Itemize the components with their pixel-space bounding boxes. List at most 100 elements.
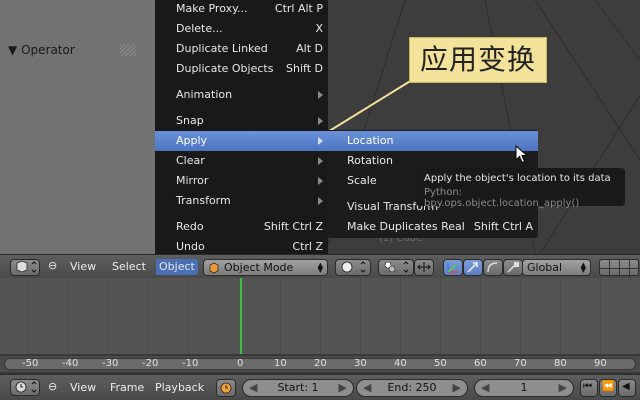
prev-keyframe-icon: ⏪ (602, 381, 615, 392)
layer-grid-divider (629, 260, 630, 277)
decrement-arrow-icon[interactable]: ◀ (363, 380, 371, 396)
scale-handle-icon (507, 262, 519, 273)
ruler-tick: 90 (594, 358, 607, 369)
decrement-arrow-icon[interactable]: ◀ (249, 380, 257, 396)
grid-line (28, 278, 29, 354)
frame-ruler[interactable]: -50 -40 -30 -20 -10 0 10 20 30 40 50 60 … (0, 356, 640, 372)
grid-line (560, 278, 561, 354)
grid-line (68, 278, 69, 354)
submenu-arrow-icon (318, 157, 323, 165)
menu-item-make-proxy[interactable]: Make Proxy... Ctrl Alt P (155, 0, 328, 19)
current-frame-field[interactable]: ◀ 1 ▶ (474, 379, 574, 397)
ruler-tick: -30 (102, 358, 119, 369)
timeline-view-menu[interactable]: View (70, 381, 96, 394)
increment-arrow-icon[interactable]: ▶ (339, 380, 347, 396)
start-frame-field[interactable]: ◀ Start: 1 ▶ (242, 379, 354, 397)
play-reverse-button[interactable]: ◀ (618, 379, 636, 397)
use-preview-range-button[interactable] (216, 379, 236, 397)
end-frame-field[interactable]: ◀ End: 250 ▶ (356, 379, 468, 397)
ruler-tick: 0 (237, 358, 244, 369)
menu-item-snap[interactable]: Snap (155, 111, 328, 131)
tooltip-python-path: Python: bpy.ops.object.location_apply() (424, 187, 580, 209)
menu-item-duplicate-objects[interactable]: Duplicate Objects Shift D (155, 59, 328, 79)
submenu-arrow-icon (318, 91, 323, 99)
jump-keyframe-back-button[interactable]: ⏪ (599, 379, 617, 397)
increment-arrow-icon[interactable]: ▶ (559, 380, 567, 396)
menu-item-transform[interactable]: Transform (155, 191, 328, 211)
axis-manipulator-icon (447, 263, 458, 273)
select-menu[interactable]: Select (112, 260, 146, 273)
ruler-tick: -50 (22, 358, 39, 369)
submenu-item-make-duplicates-real[interactable]: Make Duplicates Real Shift Ctrl A (327, 217, 538, 237)
object-mode-icon (209, 262, 219, 274)
grid-line (280, 278, 281, 354)
ruler-tick: 40 (394, 358, 407, 369)
rotate-manipulator-button[interactable] (483, 259, 503, 276)
ruler-tick: -40 (62, 358, 79, 369)
grid-line (480, 278, 481, 354)
submenu-item-location[interactable]: Location (327, 131, 538, 151)
timeline-area[interactable] (0, 278, 640, 354)
ruler-tick: 20 (314, 358, 327, 369)
tooltip: Apply the object's location to its data … (416, 168, 625, 209)
timeline-frame-menu[interactable]: Frame (110, 381, 144, 394)
pivot-point-button[interactable] (378, 259, 414, 276)
object-menu-button[interactable]: Object (156, 259, 198, 275)
rotate-arc-icon (487, 262, 498, 273)
jump-to-start-button[interactable]: ⏮ (580, 379, 598, 397)
tooltip-description: Apply the object's location to its data (424, 173, 611, 184)
object-menu: Make Proxy... Ctrl Alt P Delete... X Dupli… (155, 0, 328, 258)
ruler-tick: 60 (474, 358, 487, 369)
translate-arrow-icon (467, 262, 478, 273)
mouse-cursor-icon (515, 145, 529, 164)
submenu-arrow-icon (318, 197, 323, 205)
view-menu[interactable]: View (70, 260, 96, 273)
grid-line (108, 278, 109, 354)
transform-manipulator-toggle[interactable] (443, 259, 463, 276)
annotation-callout: 应用变换 (409, 37, 547, 83)
increment-arrow-icon[interactable]: ▶ (453, 380, 461, 396)
clock-orange-icon (220, 382, 232, 394)
center-points-icon (417, 262, 431, 272)
cube-editor-icon (16, 260, 37, 273)
grid-line (320, 278, 321, 354)
ruler-tick: 50 (434, 358, 447, 369)
updown-arrows-icon: ▲ ▼ (580, 261, 586, 274)
current-frame-playhead[interactable] (240, 278, 242, 354)
collapse-menus-icon[interactable]: ⊖ (48, 259, 57, 272)
menu-item-duplicate-linked[interactable]: Duplicate Linked Alt D (155, 39, 328, 59)
menu-item-redo[interactable]: Redo Shift Ctrl Z (155, 217, 328, 237)
timeline-editor-type-button[interactable] (10, 379, 40, 396)
grid-line (148, 278, 149, 354)
updown-arrows-icon: ▲ ▼ (317, 261, 323, 274)
solid-sphere-icon (341, 261, 366, 273)
manipulate-center-button[interactable] (414, 259, 434, 276)
collapse-menus-icon[interactable]: ⊖ (48, 380, 57, 393)
ruler-tick: -10 (182, 358, 199, 369)
scale-manipulator-button[interactable] (503, 259, 523, 276)
menu-item-delete[interactable]: Delete... X (155, 19, 328, 39)
translate-manipulator-button[interactable] (463, 259, 483, 276)
layer-grid-divider (619, 260, 620, 277)
menu-item-clear[interactable]: Clear (155, 151, 328, 171)
layer-buttons[interactable] (599, 259, 640, 277)
grid-line (360, 278, 361, 354)
grid-line (520, 278, 521, 354)
grid-line (600, 278, 601, 354)
timeline-playback-menu[interactable]: Playback (155, 381, 204, 394)
pivot-icon (384, 261, 409, 273)
transform-orientation-selector[interactable]: Global ▲ ▼ (522, 259, 591, 276)
menu-item-animation[interactable]: Animation (155, 85, 328, 105)
ruler-tick: 30 (354, 358, 367, 369)
mode-selector[interactable]: Object Mode ▲ ▼ (203, 259, 328, 276)
decrement-arrow-icon[interactable]: ◀ (481, 380, 489, 396)
submenu-arrow-icon (318, 177, 323, 185)
editor-type-button[interactable] (10, 259, 40, 276)
viewport-shading-button[interactable] (335, 259, 371, 276)
menu-item-mirror[interactable]: Mirror (155, 171, 328, 191)
menu-item-apply[interactable]: Apply (155, 131, 328, 151)
play-reverse-icon: ◀ (622, 381, 630, 392)
grid-line (188, 278, 189, 354)
grid-line (400, 278, 401, 354)
jump-start-icon: ⏮ (583, 381, 592, 392)
